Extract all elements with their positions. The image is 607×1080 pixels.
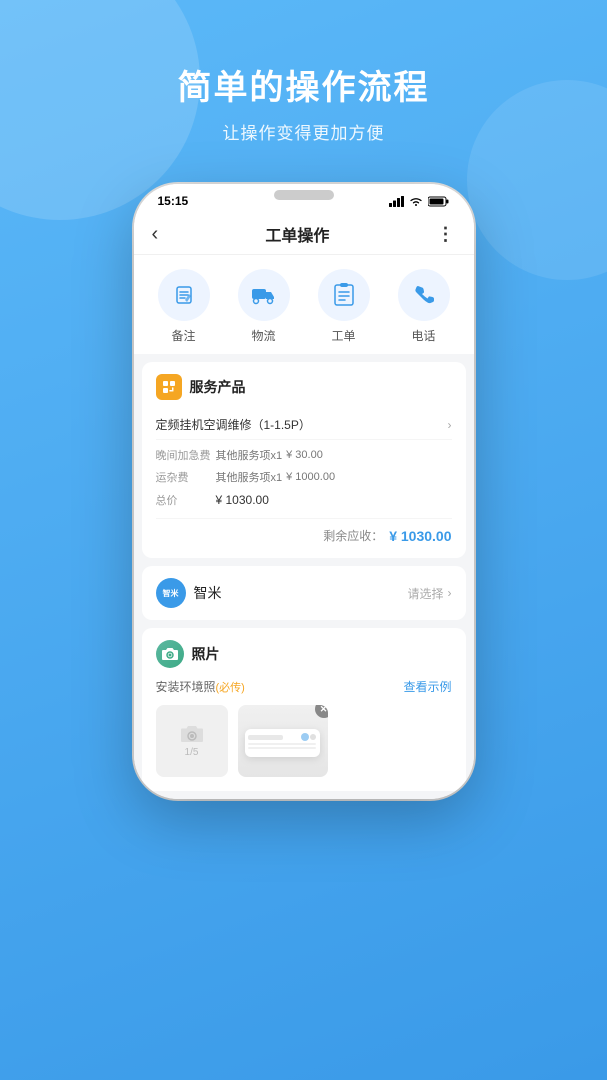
phone-notch — [244, 184, 364, 208]
truck-icon — [251, 285, 277, 305]
remaining-amount: ¥ 1030.00 — [389, 528, 451, 544]
nav-bar: ‹ 工单操作 ⋮ — [134, 214, 474, 255]
fee-amount-0: ¥ 30.00 — [286, 449, 323, 461]
photo-thumb-img: ✕ — [238, 705, 328, 777]
camera-icon — [162, 647, 178, 661]
phone-label: 电话 — [411, 327, 435, 344]
service-card-header: 服务产品 — [156, 374, 452, 400]
fee-detail-0: 其他服务项x1 — [216, 447, 283, 463]
photo-card: 照片 安装环境照(必传) 查看示例 — [142, 628, 466, 791]
smart-left: 智米 智米 — [156, 578, 222, 608]
phone-mockup: 15:15 — [134, 184, 474, 799]
battery-icon — [428, 196, 450, 207]
smart-select-arrow: › — [448, 586, 452, 600]
content-area: 服务产品 定频挂机空调维修（1-1.5P） › 晚间加急费 其他服务项x1 ¥ … — [134, 354, 474, 799]
phone-wrapper: 15:15 — [0, 184, 607, 799]
smart-right: 请选择 › — [407, 585, 451, 602]
service-title: 服务产品 — [190, 377, 246, 397]
photo-count: 1/5 — [185, 747, 199, 758]
status-icons — [389, 196, 450, 207]
smart-name: 智米 — [194, 583, 222, 603]
fee-label-1: 运杂费 — [156, 469, 216, 485]
sub-title: 让操作变得更加方便 — [0, 119, 607, 144]
fee-row-1: 运杂费 其他服务项x1 ¥ 1000.00 — [156, 466, 452, 488]
ac-shape-svg — [240, 709, 325, 774]
smart-avatar-text: 智米 — [163, 588, 179, 599]
header-section: 简单的操作流程 让操作变得更加方便 — [0, 0, 607, 144]
photo-thumbnails: 1/5 — [156, 705, 452, 777]
logistics-icon-circle — [238, 269, 290, 321]
status-time: 15:15 — [158, 194, 189, 208]
action-logistics[interactable]: 物流 — [238, 269, 290, 344]
product-icon — [161, 379, 177, 395]
signal-icon — [389, 196, 404, 207]
smart-meter-card[interactable]: 智米 智米 请选择 › — [142, 566, 466, 620]
service-product-arrow: › — [448, 418, 452, 432]
wifi-icon — [409, 196, 423, 207]
notch-inner — [274, 190, 334, 200]
service-icon — [156, 374, 182, 400]
workorder-label: 工单 — [331, 327, 355, 344]
photo-add-thumb[interactable]: 1/5 — [156, 705, 228, 777]
action-workorder[interactable]: 工单 — [318, 269, 370, 344]
action-row: 备注 物流 — [134, 255, 474, 354]
nav-more-button[interactable]: ⋮ — [437, 224, 456, 245]
total-label: 总价 — [156, 492, 216, 508]
workorder-icon — [333, 283, 355, 307]
smart-select-label: 请选择 — [407, 585, 443, 602]
camera-add-icon — [181, 725, 203, 743]
view-example-link[interactable]: 查看示例 — [403, 678, 451, 695]
fee-label-0: 晚间加急费 — [156, 447, 216, 463]
fee-amount-1: ¥ 1000.00 — [286, 471, 335, 483]
total-row: 总价 ¥ 1030.00 — [156, 488, 452, 512]
photo-desc-text: 安装环境照 — [156, 680, 216, 694]
service-product-card: 服务产品 定频挂机空调维修（1-1.5P） › 晚间加急费 其他服务项x1 ¥ … — [142, 362, 466, 558]
photo-required-label: (必传) — [216, 682, 245, 694]
photo-title: 照片 — [192, 644, 220, 664]
photo-subtitle-row: 安装环境照(必传) 查看示例 — [156, 678, 452, 695]
action-note[interactable]: 备注 — [158, 269, 210, 344]
service-product-row[interactable]: 定频挂机空调维修（1-1.5P） › — [156, 410, 452, 440]
smart-avatar: 智米 — [156, 578, 186, 608]
photo-icon — [156, 640, 184, 668]
note-label: 备注 — [171, 327, 195, 344]
phone-icon-circle — [398, 269, 450, 321]
fee-detail-1: 其他服务项x1 — [216, 469, 283, 485]
action-phone[interactable]: 电话 — [398, 269, 450, 344]
remaining-row: 剩余应收： ¥ 1030.00 — [156, 518, 452, 546]
remaining-label: 剩余应收： — [323, 527, 383, 544]
note-icon-circle — [158, 269, 210, 321]
total-amount: ¥ 1030.00 — [216, 493, 269, 507]
workorder-icon-circle — [318, 269, 370, 321]
phone-icon — [413, 284, 435, 306]
main-title: 简单的操作流程 — [0, 60, 607, 109]
nav-back-button[interactable]: ‹ — [152, 223, 159, 246]
service-product-name: 定频挂机空调维修（1-1.5P） — [156, 416, 311, 433]
nav-title: 工单操作 — [265, 222, 329, 246]
note-icon — [173, 284, 195, 306]
logistics-label: 物流 — [251, 327, 275, 344]
photo-header: 照片 — [156, 640, 452, 668]
fee-row-0: 晚间加急费 其他服务项x1 ¥ 30.00 — [156, 444, 452, 466]
photo-desc: 安装环境照(必传) — [156, 678, 245, 695]
ac-image — [238, 705, 328, 777]
